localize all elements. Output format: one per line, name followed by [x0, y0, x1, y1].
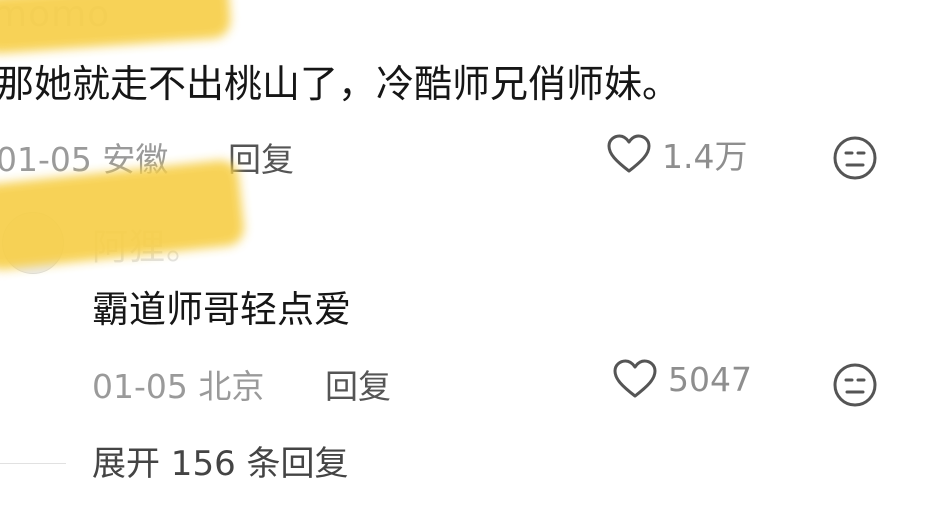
expand-replies-button[interactable]: 展开 156 条回复 [92, 436, 349, 485]
comment-thread: momo 那她就走不出桃山了，冷酷师兄俏师妹。 01-05 安徽 回复 1.4万… [0, 0, 927, 516]
heart-outline-icon [612, 358, 658, 400]
heart-outline-icon [606, 133, 652, 175]
dislike-button[interactable] [831, 134, 879, 182]
reply-dislike-button[interactable] [831, 361, 879, 409]
comment-text[interactable]: 那她就走不出桃山了，冷酷师兄俏师妹。 [0, 62, 680, 108]
divider [0, 463, 66, 464]
neutral-face-icon [831, 136, 879, 186]
username-redaction [0, 0, 232, 55]
neutral-face-icon [831, 363, 879, 413]
reply-to-reply-button[interactable]: 回复 [325, 360, 391, 408]
reply-text[interactable]: 霸道师哥轻点爱 [92, 288, 351, 332]
like-button[interactable]: 1.4万 [606, 130, 747, 178]
like-count: 1.4万 [662, 137, 748, 176]
reply-date-location: 01-05 北京 [92, 367, 265, 406]
reply-like-button[interactable]: 5047 [612, 358, 752, 400]
reply-like-count: 5047 [668, 359, 752, 399]
